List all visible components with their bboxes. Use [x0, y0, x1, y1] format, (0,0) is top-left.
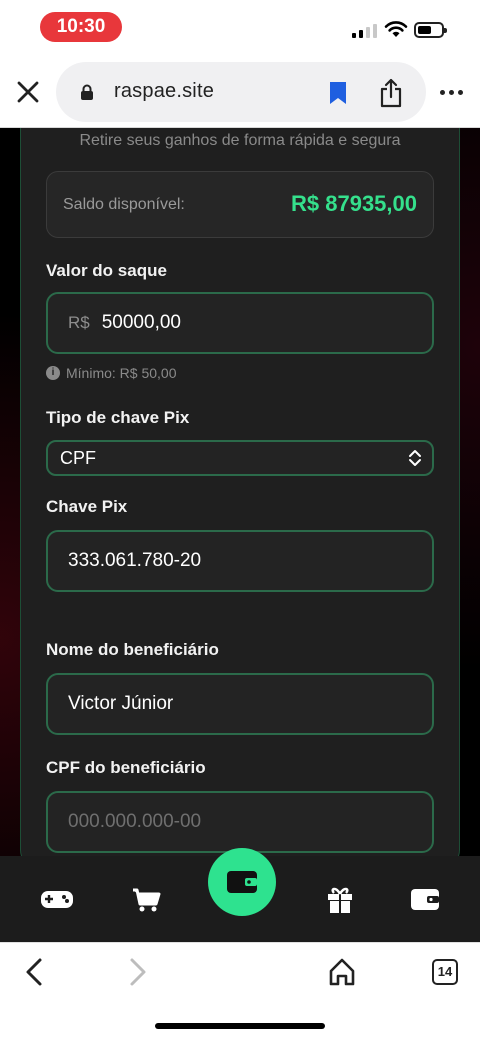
beneficiary-cpf-placeholder: 000.000.000-00	[68, 811, 202, 832]
withdraw-amount-input[interactable]: R$ 50000,00	[46, 292, 434, 354]
beneficiary-name-value: Victor Júnior	[68, 693, 174, 714]
info-icon: i	[46, 366, 60, 380]
pix-key-label: Chave Pix	[46, 497, 128, 516]
status-bar: 10:30	[0, 0, 480, 56]
battery-icon	[414, 22, 447, 38]
beneficiary-name-input[interactable]: Victor Júnior	[46, 673, 434, 735]
pix-key-type-select[interactable]: CPF	[46, 440, 434, 476]
pix-key-type-label: Tipo de chave Pix	[46, 408, 190, 427]
withdraw-page: Retire seus ganhos de forma rápida e seg…	[0, 128, 480, 856]
beneficiary-cpf-label: CPF do beneficiário	[46, 758, 206, 777]
balance-label: Saldo disponível:	[63, 196, 185, 213]
select-chevron-icon	[409, 450, 421, 466]
more-options-icon[interactable]	[440, 90, 463, 95]
beneficiary-name-label: Nome do beneficiário	[46, 640, 219, 659]
close-icon[interactable]	[14, 78, 42, 106]
minimum-hint-text: Mínimo: R$ 50,00	[66, 365, 177, 381]
tabs-icon[interactable]: 14	[432, 959, 458, 985]
gamepad-icon[interactable]	[39, 884, 75, 914]
browser-toolbar: 14	[0, 942, 480, 1038]
withdraw-amount-value: 50000,00	[101, 312, 181, 333]
wallet-icon	[227, 871, 257, 893]
cellular-signal-icon	[352, 22, 377, 38]
gift-icon[interactable]	[322, 884, 358, 914]
forward-icon[interactable]	[126, 957, 150, 987]
home-indicator	[155, 1023, 325, 1029]
beneficiary-cpf-input[interactable]: 000.000.000-00	[46, 791, 434, 853]
home-icon[interactable]	[328, 957, 356, 987]
pix-key-value: 333.061.780-20	[68, 550, 202, 571]
url-field[interactable]: raspae.site	[56, 62, 426, 122]
balance-value: R$ 87935,00	[291, 191, 417, 216]
wallet-fab-button[interactable]	[208, 848, 276, 916]
pix-key-input[interactable]: 333.061.780-20	[46, 530, 434, 592]
balance-box: Saldo disponível: R$ 87935,00	[46, 171, 434, 238]
lock-icon	[81, 84, 93, 100]
page-subtitle: Retire seus ganhos de forma rápida e seg…	[79, 132, 401, 149]
pix-key-type-value: CPF	[60, 447, 96, 468]
cart-icon[interactable]	[128, 884, 164, 914]
currency-prefix: R$	[68, 313, 90, 332]
back-icon[interactable]	[22, 957, 46, 987]
url-text: raspae.site	[114, 80, 215, 102]
bookmark-icon[interactable]	[328, 81, 348, 105]
wallet-icon[interactable]	[407, 884, 443, 914]
browser-address-bar: raspae.site	[0, 56, 480, 128]
withdraw-amount-label: Valor do saque	[46, 261, 167, 280]
minimum-hint: i Mínimo: R$ 50,00	[46, 365, 177, 381]
share-icon[interactable]	[378, 78, 404, 108]
wifi-icon	[384, 21, 408, 37]
status-time: 10:30	[40, 12, 122, 42]
